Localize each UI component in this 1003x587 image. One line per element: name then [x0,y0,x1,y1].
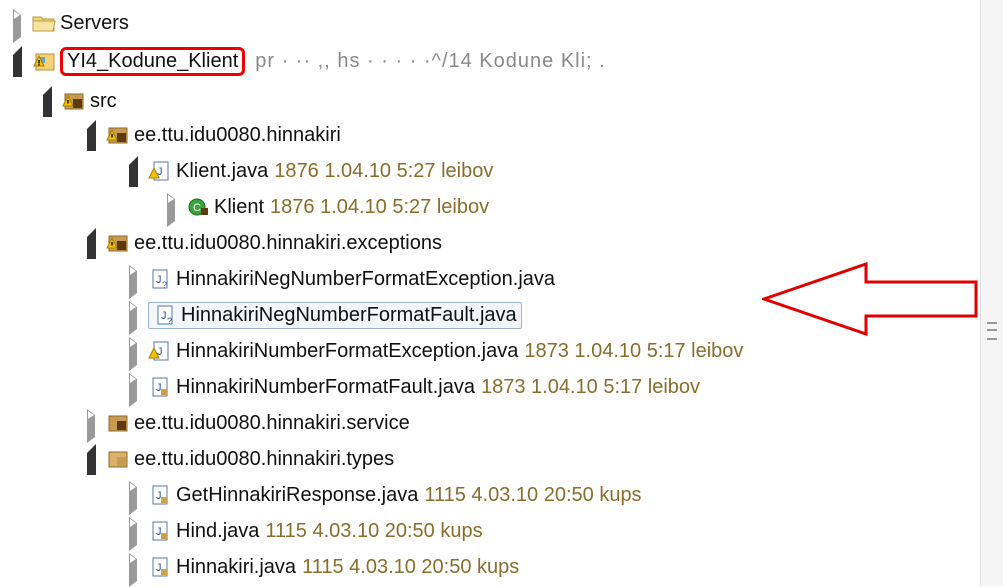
expand-twisty[interactable] [126,265,142,299]
svg-text:?: ? [167,316,172,326]
java-file-icon: J [148,376,170,398]
tree-item-file[interactable]: J Hinnakiri.java 1115 4.03.10 20:50 kups [126,550,520,587]
tree-item-file[interactable]: J Hind.java 1115 4.03.10 20:50 kups [126,514,483,551]
tree-item-label: HinnakiriNumberFormatException.java [176,339,519,362]
expand-twisty[interactable] [126,373,142,407]
svg-text:?: ? [162,280,167,290]
tree-item-label: Servers [60,11,129,34]
svn-decoration: 1115 4.03.10 20:50 kups [302,555,520,578]
expand-twisty[interactable] [126,481,142,515]
tree-item-file[interactable]: J GetHinnakiriResponse.java 1115 4.03.10… [126,478,642,515]
package-icon [106,448,128,470]
red-arrow-annotation-icon [762,262,978,336]
tree-item-project[interactable]: YI4_Kodune_Klient pr · ·· ,, hs · · · · … [10,44,606,78]
tree-item-file[interactable]: J HinnakiriNumberFormatException.java 18… [126,334,744,371]
svn-decoration: 1115 4.03.10 20:50 kups [424,483,642,506]
package-icon [106,232,128,254]
expand-twisty[interactable] [10,9,26,43]
tree-item-package[interactable]: ee.ttu.idu0080.hinnakiri.service [84,406,410,443]
tree-item-label: Hind.java [176,519,260,542]
collapse-twisty[interactable] [126,156,142,187]
svg-text:J: J [156,490,162,502]
source-folder-icon [62,90,84,112]
tree-item-label: Hinnakiri.java [176,555,297,578]
collapse-twisty[interactable] [10,46,26,77]
tree-item-label: ee.ttu.idu0080.hinnakiri.service [134,411,410,434]
svn-decoration: 1115 4.03.10 20:50 kups [265,519,483,542]
java-file-unversioned-icon: J? [148,268,170,290]
tree-item-label: Klient.java [176,159,269,182]
tree-item-label: HinnakiriNegNumberFormatFault.java [181,303,517,326]
java-project-icon [32,50,55,72]
svn-decoration: 1873 1.04.10 5:17 leibov [480,375,701,398]
class-icon: C [186,196,208,218]
tree-item-label: HinnakiriNegNumberFormatException.java [176,267,556,290]
svg-text:J: J [156,382,162,394]
java-file-icon: J [148,520,170,542]
svg-text:C: C [193,202,201,214]
folder-icon [32,12,56,34]
expand-twisty[interactable] [126,337,142,371]
scrollbar-grip-icon[interactable] [987,322,997,340]
svn-decoration: 1873 1.04.10 5:17 leibov [524,339,744,362]
package-icon [106,412,128,434]
tree-item-label: GetHinnakiriResponse.java [176,483,419,506]
expand-twisty[interactable] [126,553,142,587]
faint-description: pr · ·· ,, hs · · · · ·^/14 Kodune Kli; … [255,49,606,72]
expand-twisty[interactable] [126,517,142,551]
svn-decoration: 1876 1.04.10 5:27 leibov [270,195,490,218]
tree-item-package[interactable]: ee.ttu.idu0080.hinnakiri.types [84,442,394,476]
package-icon [106,124,128,146]
svg-text:J: J [156,526,162,538]
tree-item-label: ee.ttu.idu0080.hinnakiri.types [134,447,395,470]
tree-item-class[interactable]: C Klient 1876 1.04.10 5:27 leibov [164,190,490,227]
svg-text:J: J [161,310,167,322]
svn-decoration: 1876 1.04.10 5:27 leibov [274,159,494,182]
expand-twisty[interactable] [84,409,100,443]
expand-twisty[interactable] [164,193,180,227]
tree-item-file[interactable]: J HinnakiriNumberFormatFault.java 1873 1… [126,370,701,407]
collapse-twisty[interactable] [84,120,100,151]
java-file-icon: J [148,484,170,506]
tree-item-file-selected[interactable]: J? HinnakiriNegNumberFormatFault.java [126,298,522,335]
java-file-unversioned-icon: J? [153,304,175,326]
selection-box: J? HinnakiriNegNumberFormatFault.java [148,301,522,329]
java-file-icon: J [148,556,170,578]
collapse-twisty[interactable] [40,86,56,117]
tree-item-label: src [90,89,117,112]
tree-item-file[interactable]: J Klient.java 1876 1.04.10 5:27 leibov [126,154,493,188]
collapse-twisty[interactable] [84,228,100,259]
project-name-highlight: YI4_Kodune_Klient [60,46,246,76]
svg-text:J: J [156,562,162,574]
svg-text:J: J [156,274,162,286]
tree-item-label: ee.ttu.idu0080.hinnakiri.exceptions [134,231,442,254]
java-file-warning-icon: J [148,160,170,182]
tree-item-package[interactable]: ee.ttu.idu0080.hinnakiri [84,118,341,152]
expand-twisty[interactable] [126,301,142,335]
collapse-twisty[interactable] [84,444,100,475]
project-explorer-tree: Servers YI4_Kodune_Klient pr · ·· ,, hs … [0,0,980,587]
tree-item-label: Klient [214,195,265,218]
tree-item-label: ee.ttu.idu0080.hinnakiri [134,123,341,146]
tree-item-label: HinnakiriNumberFormatFault.java [176,375,475,398]
tree-item-src[interactable]: src [40,84,117,118]
java-file-warning-icon: J [148,340,170,362]
tree-item-servers[interactable]: Servers [10,6,129,43]
vertical-scrollbar[interactable] [980,0,1003,586]
tree-item-package[interactable]: ee.ttu.idu0080.hinnakiri.exceptions [84,226,442,260]
tree-item-file[interactable]: J? HinnakiriNegNumberFormatException.jav… [126,262,556,299]
